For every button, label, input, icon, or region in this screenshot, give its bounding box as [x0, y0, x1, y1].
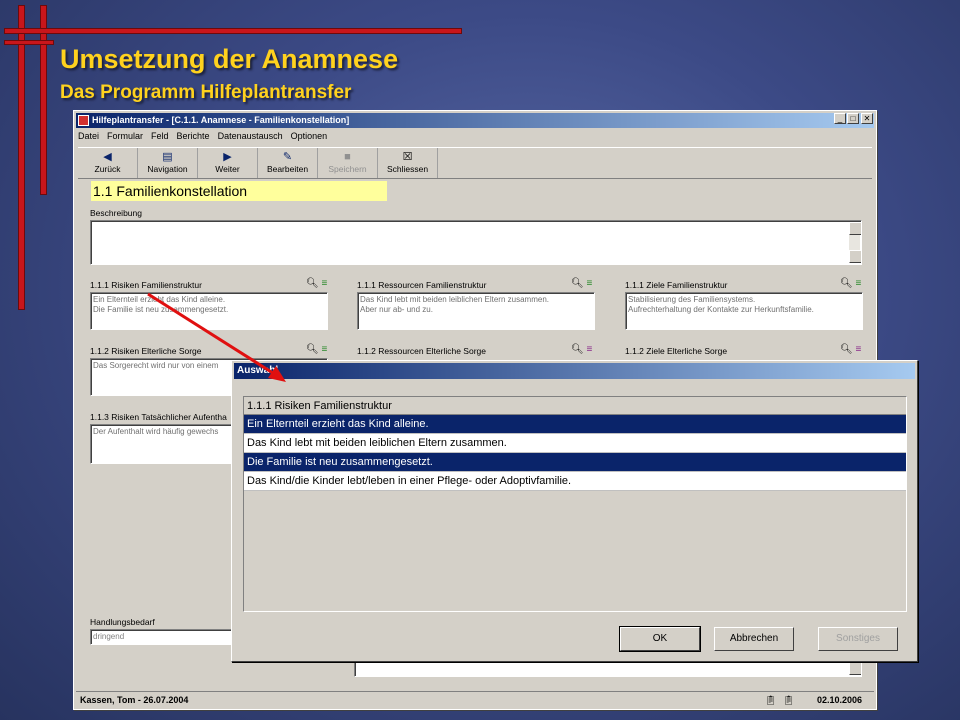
- decor-bar-vertical-1: [18, 5, 25, 310]
- beschreibung-textarea[interactable]: [90, 220, 862, 265]
- field-icons: 🔍︎ ≡: [840, 344, 861, 355]
- field-icons: 🔍︎ ≡: [571, 278, 592, 289]
- toolbar: ◀ Zurück ▤ Navigation ▶ Weiter ✎ Bearbeiten …: [78, 147, 872, 179]
- beschreibung-label: Beschreibung: [90, 208, 142, 218]
- navigation-icon: ▤: [162, 151, 173, 163]
- search-icon[interactable]: 🔍︎: [306, 278, 319, 289]
- ok-button[interactable]: OK: [619, 626, 701, 652]
- search-icon[interactable]: 🔍︎: [840, 278, 853, 289]
- ziele-sorge-label: 1.1.2 Ziele Elterliche Sorge: [625, 346, 728, 356]
- decor-bar-horizontal-1: [4, 28, 462, 34]
- listbox-header: 1.1.1 Risiken Familienstruktur: [244, 397, 906, 415]
- search-icon[interactable]: 🔍︎: [571, 344, 584, 355]
- list-icon[interactable]: ≡: [855, 344, 861, 355]
- dialog-title[interactable]: Auswahl: [234, 363, 915, 379]
- close-form-button[interactable]: ☒ Schliessen: [378, 148, 438, 178]
- selection-dialog: Auswahl 1.1.1 Risiken Familienstruktur E…: [231, 360, 918, 662]
- menu-datei[interactable]: Datei: [78, 131, 99, 145]
- slide-title: Umsetzung der Anamnese: [60, 44, 399, 74]
- back-button[interactable]: ◀ Zurück: [78, 148, 138, 178]
- ressourcen-sorge-label: 1.1.2 Ressourcen Elterliche Sorge: [357, 346, 486, 356]
- slide-subtitle: Das Programm Hilfeplantransfer: [60, 82, 352, 103]
- navigation-button[interactable]: ▤ Navigation: [138, 148, 198, 178]
- window-titlebar[interactable]: Hilfeplantransfer - [C.1.1. Anamnese - F…: [76, 113, 874, 128]
- field-icons: 🔍︎ ≡: [571, 344, 592, 355]
- risiken-sorge-label: 1.1.2 Risiken Elterliche Sorge: [90, 346, 202, 356]
- close-icon: ☒: [402, 151, 413, 163]
- ziele-familie-label: 1.1.1 Ziele Familienstruktur: [625, 280, 728, 290]
- list-icon[interactable]: ≡: [586, 344, 592, 355]
- save-button[interactable]: ■ Speichern: [318, 148, 378, 178]
- app-icon: [78, 115, 89, 126]
- scrollbar[interactable]: [849, 222, 861, 263]
- menu-bar: Datei Formular Feld Berichte Datenaustau…: [78, 131, 327, 145]
- risiken-familie-textarea[interactable]: Ein Elternteil erzieht das Kind alleine.…: [90, 292, 328, 330]
- menu-optionen[interactable]: Optionen: [291, 131, 328, 145]
- list-item[interactable]: Das Kind lebt mit beiden leiblichen Elte…: [244, 434, 906, 453]
- save-icon: ■: [344, 151, 351, 163]
- window-title: Hilfeplantransfer - [C.1.1. Anamnese - F…: [92, 115, 350, 125]
- close-window-button[interactable]: ✕: [861, 113, 873, 124]
- ressourcen-familie-label: 1.1.1 Ressourcen Familienstruktur: [357, 280, 487, 290]
- search-icon[interactable]: 🔍︎: [306, 344, 319, 355]
- arrow-left-icon: ◀: [103, 151, 112, 163]
- decor-bar-horizontal-2: [4, 40, 54, 45]
- list-icon[interactable]: ≡: [321, 344, 327, 355]
- edit-button[interactable]: ✎ Bearbeiten: [258, 148, 318, 178]
- scrollbar[interactable]: [849, 661, 861, 675]
- field-icons: 🔍︎ ≡: [840, 278, 861, 289]
- status-date: 02.10.2006: [816, 695, 862, 705]
- risiken-aufenthalt-label: 1.1.3 Risiken Tatsächlicher Aufentha: [90, 412, 227, 422]
- minimize-button[interactable]: _: [834, 113, 846, 124]
- search-icon[interactable]: 🔍︎: [571, 278, 584, 289]
- menu-berichte[interactable]: Berichte: [177, 131, 210, 145]
- status-bar: Kassen, Tom - 26.07.2004 📋︎ 📋︎ 02.10.200…: [76, 691, 874, 707]
- ressourcen-familie-textarea[interactable]: Das Kind lebt mit beiden leiblichen Elte…: [357, 292, 595, 330]
- list-icon[interactable]: ≡: [586, 278, 592, 289]
- maximize-button[interactable]: □: [847, 113, 859, 124]
- handlungsbedarf-label: Handlungsbedarf: [90, 617, 155, 627]
- edit-icon: ✎: [282, 151, 293, 163]
- clipboard-icon: 📋︎: [764, 695, 776, 705]
- list-item[interactable]: Das Kind/die Kinder lebt/leben in einer …: [244, 472, 906, 491]
- section-title: 1.1 Familienkonstellation: [91, 181, 387, 201]
- field-icons: 🔍︎ ≡: [306, 344, 327, 355]
- search-icon[interactable]: 🔍︎: [840, 344, 853, 355]
- menu-formular[interactable]: Formular: [107, 131, 143, 145]
- clipboard-icon: 📋︎: [782, 695, 794, 705]
- menu-feld[interactable]: Feld: [151, 131, 169, 145]
- status-user: Kassen, Tom - 26.07.2004: [80, 695, 189, 705]
- risiken-familie-label: 1.1.1 Risiken Familienstruktur: [90, 280, 202, 290]
- ziele-familie-textarea[interactable]: Stabilisierung des Familiensystems. Aufr…: [625, 292, 863, 330]
- selection-listbox[interactable]: 1.1.1 Risiken Familienstruktur Ein Elter…: [243, 396, 907, 612]
- next-button[interactable]: ▶ Weiter: [198, 148, 258, 178]
- other-button[interactable]: Sonstiges: [818, 627, 898, 651]
- arrow-right-icon: ▶: [223, 151, 232, 163]
- menu-datenaustausch[interactable]: Datenaustausch: [218, 131, 283, 145]
- field-icons: 🔍︎ ≡: [306, 278, 327, 289]
- list-icon[interactable]: ≡: [855, 278, 861, 289]
- list-item[interactable]: Die Familie ist neu zusammengesetzt.: [244, 453, 906, 472]
- list-icon[interactable]: ≡: [321, 278, 327, 289]
- list-item[interactable]: Ein Elternteil erzieht das Kind alleine.: [244, 415, 906, 434]
- cancel-button[interactable]: Abbrechen: [714, 627, 794, 651]
- handlungsbedarf-field[interactable]: dringend: [90, 629, 240, 645]
